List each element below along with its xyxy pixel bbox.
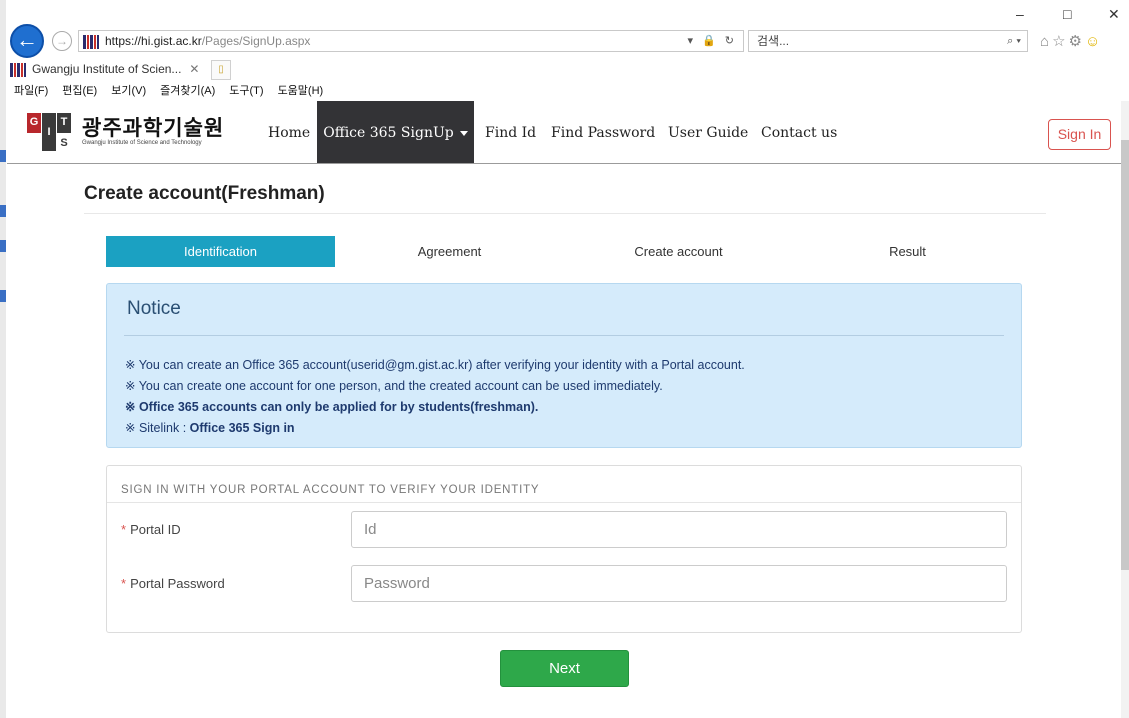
step-result: Result [889,244,926,259]
menu-help[interactable]: 도움말(H) [278,85,324,97]
nav-find-id[interactable]: Find Id [485,101,536,163]
menu-tools[interactable]: 도구(T) [229,85,263,97]
caret-down-icon [459,130,468,136]
tab-title: Gwangju Institute of Scien... [32,62,182,76]
nav-office365-label: Office 365 SignUp [323,125,454,141]
forward-button[interactable]: → [52,31,72,51]
portal-id-label-text: Portal ID [130,522,181,537]
forward-arrow-icon: → [56,34,68,48]
search-icon[interactable]: ⌕ ▾ [1007,31,1021,51]
new-tab-icon[interactable]: ▯ [211,60,231,80]
maximize-icon[interactable]: □ [1063,6,1071,22]
step-progress: Identification Agreement Create account … [106,236,1022,267]
url-host: https://hi.gist.ac.kr [105,34,202,48]
window-edge [0,0,6,718]
office365-signin-link[interactable]: Office 365 Sign in [190,421,295,435]
minimize-icon[interactable]: – [1016,6,1024,22]
scrollbar-thumb[interactable] [1121,140,1129,570]
required-mark: * [121,576,127,591]
settings-gear-icon[interactable]: ⚙ [1069,33,1085,50]
menu-bar: 파일(F) 편집(E) 보기(V) 즐겨찾기(A) 도구(T) 도움말(H) [14,82,337,98]
sitelink-label: ※ Sitelink : [125,421,190,435]
favorites-star-icon[interactable]: ☆ [1052,33,1068,50]
portal-id-label: * Portal ID [121,522,181,537]
gist-logo-icon[interactable]: G I T S [27,113,71,151]
notice-line-4: ※ Sitelink : Office 365 Sign in [125,420,295,435]
notice-line-3: ※ Office 365 accounts can only be applie… [125,400,539,414]
title-divider [84,213,1046,214]
portal-password-input[interactable] [351,565,1007,602]
page-title: Create account(Freshman) [84,183,325,204]
nav-home[interactable]: Home [268,101,310,163]
tab-favicon-icon [10,62,26,77]
notice-divider [124,335,1004,336]
portal-password-label-text: Portal Password [130,576,225,591]
nav-user-guide[interactable]: User Guide [668,101,748,163]
toolbar-icons[interactable]: ⌂☆⚙☺ [1040,32,1103,50]
notice-line-1: ※ You can create an Office 365 account(u… [125,358,745,372]
nav-find-password[interactable]: Find Password [551,101,655,163]
search-placeholder: 검색... [757,34,790,48]
portal-password-label: * Portal Password [121,576,225,591]
back-button[interactable]: ← [10,24,44,58]
form-divider [107,502,1021,503]
step-agreement: Agreement [417,244,482,259]
home-icon[interactable]: ⌂ [1040,33,1052,50]
back-arrow-icon: ← [16,27,38,52]
sign-in-button[interactable]: Sign In [1048,119,1111,150]
notice-line-2: ※ You can create one account for one per… [125,379,663,393]
menu-file[interactable]: 파일(F) [14,85,48,97]
logo-korean-text[interactable]: 광주과학기술원 [82,112,224,142]
browser-tab[interactable]: Gwangju Institute of Scien... ✕ [10,58,230,80]
close-icon[interactable]: ✕ [1108,6,1120,23]
logo-english-text: Gwangju Institute of Science and Technol… [82,140,202,146]
menu-edit[interactable]: 편집(E) [62,85,97,97]
menu-favorites[interactable]: 즐겨찾기(A) [160,85,215,97]
next-button[interactable]: Next [500,650,629,687]
smiley-icon[interactable]: ☺ [1085,33,1103,50]
nav-office365-signup[interactable]: Office 365 SignUp [317,101,474,163]
address-bar[interactable]: https://hi.gist.ac.kr/Pages/SignUp.aspx … [78,30,744,52]
form-heading: SIGN IN WITH YOUR PORTAL ACCOUNT TO VERI… [121,484,540,496]
portal-id-input[interactable] [351,511,1007,548]
notice-title: Notice [127,298,181,319]
required-mark: * [121,522,127,537]
lock-refresh-icon[interactable]: ▾ 🔒 ↻ [687,31,737,51]
search-field[interactable]: 검색... ⌕ ▾ [748,30,1028,52]
step-identification: Identification [106,236,335,267]
tab-close-icon[interactable]: ✕ [189,62,199,76]
url-path: /Pages/SignUp.aspx [201,34,311,48]
step-create-account: Create account [634,244,723,259]
nav-contact-us[interactable]: Contact us [761,101,837,163]
site-favicon-icon [83,34,99,49]
menu-view[interactable]: 보기(V) [111,85,146,97]
